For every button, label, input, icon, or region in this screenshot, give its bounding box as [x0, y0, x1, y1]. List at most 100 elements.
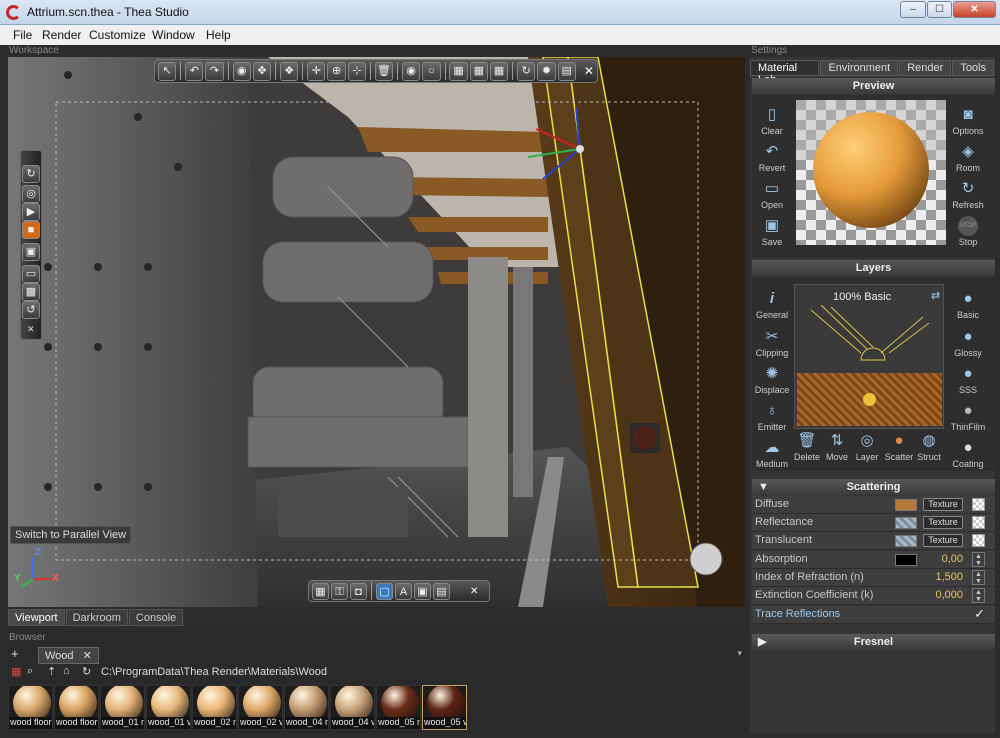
options-button[interactable]: ◙ Options	[946, 105, 990, 136]
menu-render[interactable]: Render	[42, 28, 81, 42]
translucent-texture-checker-icon[interactable]	[972, 534, 985, 547]
room-button[interactable]: ◈ Room	[946, 142, 990, 173]
scatter-button[interactable]: ● Scatter	[882, 431, 916, 462]
diffuse-texture-button[interactable]: Texture	[923, 498, 963, 511]
toolbar-close-icon[interactable]: ✕	[470, 586, 478, 597]
diffuse-texture-checker-icon[interactable]	[972, 498, 985, 511]
extinction-value[interactable]: 0,000	[935, 589, 963, 601]
snapshot-icon[interactable]: ▤	[557, 61, 576, 81]
grid-view-2-icon[interactable]: ▦	[469, 61, 488, 81]
reflectance-color-swatch[interactable]	[895, 517, 917, 529]
object-mode-icon[interactable]: ❖	[280, 61, 299, 81]
material-thumbnail[interactable]: wood_04 n	[284, 685, 329, 730]
checker-icon[interactable]: ▩	[22, 283, 40, 301]
refresh-icon[interactable]: ↻	[82, 665, 91, 678]
tab-material-lab[interactable]: Material Lab	[750, 60, 820, 86]
select-tool-icon[interactable]: ↖	[158, 61, 177, 81]
reflectance-texture-checker-icon[interactable]	[972, 516, 985, 529]
refresh-view-icon[interactable]: ↻	[517, 61, 536, 81]
redo-icon[interactable]: ↷	[205, 61, 224, 81]
settings-gear-icon[interactable]: ✹	[537, 61, 556, 81]
glossy-button[interactable]: ● Glossy	[946, 327, 990, 358]
diffuse-color-swatch[interactable]	[895, 499, 917, 511]
rotate-gizmo-icon[interactable]: ⊕	[327, 61, 346, 81]
absorption-color-swatch[interactable]	[895, 554, 917, 566]
reflectance-texture-button[interactable]: Texture	[923, 516, 963, 529]
render-region-icon[interactable]: ▢	[376, 582, 393, 600]
emitter-button[interactable]: ♁ Emitter	[750, 401, 794, 432]
visibility-off-icon[interactable]: ○	[422, 61, 441, 81]
struct-button[interactable]: ◍ Struct	[912, 431, 946, 462]
camera-icon[interactable]: ◘	[350, 582, 367, 600]
extinction-spinner[interactable]: ▲ ▼	[972, 588, 985, 603]
stop-button[interactable]: STOP Stop	[946, 216, 990, 247]
refresh-button[interactable]: ↻ Refresh	[946, 179, 990, 210]
add-layer-button[interactable]: ◎ Layer	[850, 431, 884, 462]
medium-button[interactable]: ☁ Medium	[750, 438, 794, 469]
play-icon[interactable]: ▶	[22, 203, 40, 221]
menu-customize[interactable]: Customize	[89, 28, 146, 42]
displace-button[interactable]: ✺ Displace	[750, 364, 794, 395]
tab-viewport[interactable]: Viewport	[8, 609, 65, 626]
tab-render[interactable]: Render	[899, 60, 952, 76]
clear-button[interactable]: ▯ Clear	[750, 105, 794, 136]
delete-icon[interactable]: 🗑	[374, 61, 394, 81]
delete-layer-button[interactable]: 🗑 Delete	[790, 431, 824, 462]
tab-wood[interactable]: Wood ✕	[38, 647, 99, 664]
move-gizmo-icon[interactable]: ✛	[307, 61, 326, 81]
toolbar-close-icon[interactable]: ✕	[584, 64, 594, 78]
scattering-header[interactable]: ▼ Scattering	[752, 479, 995, 495]
toolbar-close-icon[interactable]: ✕	[27, 324, 35, 335]
tab-console[interactable]: Console	[128, 609, 184, 626]
layer-texture-swatch[interactable]	[797, 373, 942, 426]
menu-help[interactable]: Help	[206, 28, 231, 42]
translucent-color-swatch[interactable]	[895, 535, 917, 547]
tab-environment[interactable]: Environment	[820, 60, 899, 76]
material-thumbnail[interactable]: wood_01 v	[146, 685, 191, 730]
translucent-texture-button[interactable]: Texture	[923, 534, 963, 547]
ior-value[interactable]: 1,500	[935, 571, 963, 583]
search-icon[interactable]: ⌕	[27, 665, 33, 678]
grid-view-icon[interactable]: ▦	[449, 61, 468, 81]
lock-icon[interactable]: ⚿	[331, 582, 348, 600]
trace-reflections-checkbox[interactable]: ✓	[974, 606, 985, 622]
revert-button[interactable]: ↶ Revert	[750, 142, 794, 173]
general-button[interactable]: i General	[750, 289, 794, 320]
interactive-render-icon[interactable]: ↻	[22, 165, 40, 183]
material-thumbnail[interactable]: wood_05 n	[376, 685, 421, 730]
material-thumbnail[interactable]: wood_04 v	[330, 685, 375, 730]
ior-spinner[interactable]: ▲ ▼	[972, 570, 985, 585]
grid-view-icon[interactable]: ▦	[11, 665, 21, 678]
material-thumbnail[interactable]: wood floor	[54, 685, 99, 730]
save-image-icon[interactable]: ▭	[22, 265, 40, 283]
material-thumbnail[interactable]: wood floor	[8, 685, 53, 730]
home-folder-icon[interactable]: ⌂	[63, 665, 70, 677]
thinfilm-button[interactable]: ● ThinFilm	[946, 401, 990, 432]
folder-up-icon[interactable]: ⇡	[47, 665, 56, 678]
undo-icon[interactable]: ↶	[185, 61, 204, 81]
material-thumbnail[interactable]: wood_01 n	[100, 685, 145, 730]
basic-button[interactable]: ● Basic	[946, 289, 990, 320]
loop-icon[interactable]: ↺	[22, 301, 40, 319]
menu-file[interactable]: File	[13, 28, 32, 42]
grid-icon[interactable]: ▦	[312, 582, 329, 600]
parallel-view-hint[interactable]: Switch to Parallel View	[10, 526, 132, 544]
viewport[interactable]: ↖ ↶ ↷ ◉ ✥ ❖ ✛ ⊕ ⊹ 🗑 ◉ ○ ▦ ▦ ▦ ↻ ✹ ▤ ✕ ↻ …	[8, 57, 745, 607]
render-start-icon[interactable]: ◎	[22, 185, 40, 203]
material-thumbnail[interactable]: wood_02 v	[238, 685, 283, 730]
sss-button[interactable]: ● SSS	[946, 364, 990, 395]
absorption-value[interactable]: 0,00	[942, 553, 963, 565]
camera-orbit-icon[interactable]: ◉	[232, 61, 251, 81]
absorption-spinner[interactable]: ▲ ▼	[972, 552, 985, 567]
coating-button[interactable]: ● Coating	[946, 438, 990, 469]
maximize-button[interactable]: ☐	[927, 1, 952, 18]
camera-icon[interactable]: ▣	[22, 243, 40, 261]
menu-window[interactable]: Window	[152, 28, 195, 42]
tab-tools[interactable]: Tools	[952, 60, 994, 76]
safe-frame-icon[interactable]: ▤	[433, 582, 450, 600]
layer-options-icon[interactable]: ⇄	[931, 289, 940, 302]
text-overlay-icon[interactable]: A	[395, 582, 412, 600]
grid-view-3-icon[interactable]: ▦	[489, 61, 509, 81]
camera-pan-icon[interactable]: ✥	[252, 61, 272, 81]
stop-icon[interactable]: ■	[22, 221, 40, 239]
